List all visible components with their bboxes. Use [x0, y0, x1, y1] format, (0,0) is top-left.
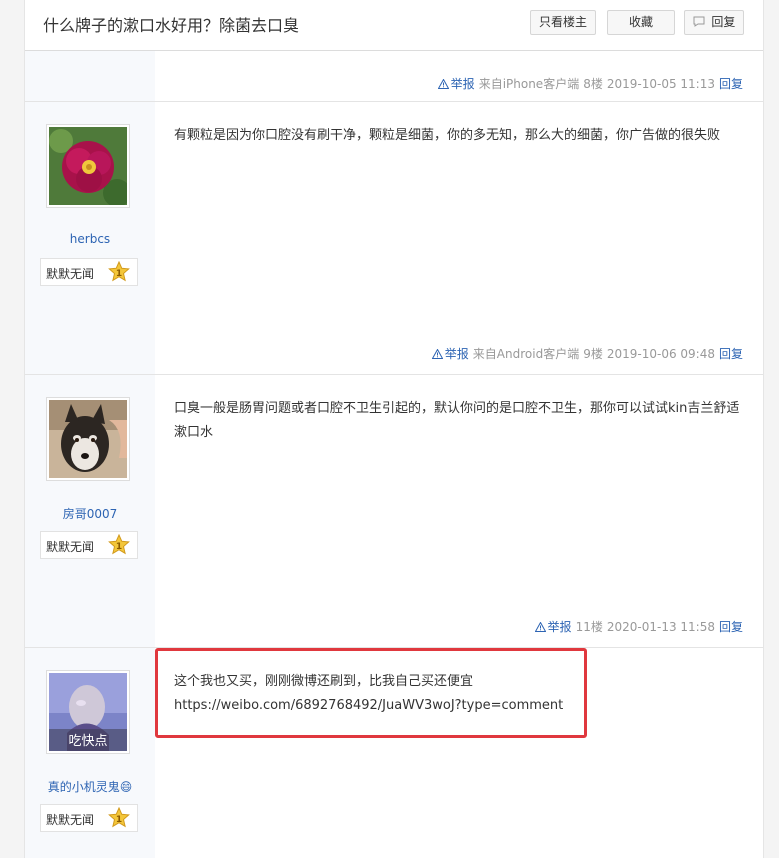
- reply-button[interactable]: 回复: [684, 10, 744, 35]
- dog-avatar-image: [49, 400, 127, 478]
- report-label: 举报: [444, 347, 469, 361]
- level-star-icon: 1: [108, 261, 130, 282]
- post-meta: 举报 来自Android客户端 9楼 2019-10-06 09:48 回复: [428, 345, 743, 362]
- warning-icon: [431, 349, 443, 359]
- username[interactable]: 房哥0007: [25, 505, 155, 522]
- only-author-button[interactable]: 只看楼主: [530, 10, 596, 35]
- badge-label: 默默无闻: [46, 813, 95, 827]
- level-number: 1: [116, 542, 122, 552]
- report-label: 举报: [450, 77, 475, 91]
- post-content: 口臭一般是肠胃问题或者口腔不卫生引起的，默认你问的是口腔不卫生，那你可以试试ki…: [174, 401, 740, 440]
- report-label: 举报: [547, 620, 572, 634]
- post-floor-8: 举报 来自iPhone客户端 8楼 2019-10-05 11:13 回复: [25, 51, 763, 102]
- thread-header: 什么牌子的漱口水好用？除菌去口臭 只看楼主 收藏 回复: [25, 0, 763, 51]
- level-number: 1: [116, 815, 122, 825]
- client-source: 来自Android客户端: [472, 347, 580, 361]
- member-badge: 默默无闻 1: [40, 804, 138, 832]
- thread-page: 什么牌子的漱口水好用？除菌去口臭 只看楼主 收藏 回复 举报 来自iPhone客户…: [24, 0, 764, 858]
- post-content-url: https://weibo.com/6892768492/JuaWV3woJ?t…: [174, 698, 564, 713]
- floor-number: 8楼: [583, 77, 603, 91]
- favorite-button[interactable]: 收藏: [607, 10, 675, 35]
- warning-icon: [534, 622, 546, 632]
- floor-number: 11楼: [575, 620, 603, 634]
- reply-button-label: 回复: [711, 15, 736, 29]
- thread-title: 什么牌子的漱口水好用？除菌去口臭: [43, 16, 300, 35]
- post-content: 这个我也又买，刚刚微博还刷到，比我自己买还便宜 https://weibo.co…: [174, 670, 744, 718]
- post-floor-11: 房哥0007 默默无闻 1 口臭一般是肠胃问题或者口腔不卫生引起的，默认你问的是…: [25, 375, 763, 648]
- post-floor-12: 吃快点 真的小机灵鬼😄 默默无闻 1 这个我也又买，刚刚微博还刷到，比我自己买还…: [25, 648, 763, 858]
- post-time: 2019-10-05 11:13: [606, 77, 715, 91]
- avatar[interactable]: [46, 397, 130, 481]
- post-content: 有颗粒是因为你口腔没有刷干净，颗粒是细菌，你的多无知，那么大的细菌，你广告做的很…: [174, 128, 721, 143]
- post-time: 2019-10-06 09:48: [606, 347, 715, 361]
- post-meta: 举报 11楼 2020-01-13 11:58 回复: [531, 618, 743, 635]
- peony-avatar-image: [49, 127, 127, 205]
- post-meta: 举报 来自iPhone客户端 8楼 2019-10-05 11:13 回复: [434, 75, 743, 92]
- member-badge: 默默无闻 1: [40, 531, 138, 559]
- post-content-line: 这个我也又买，刚刚微博还刷到，比我自己买还便宜: [174, 674, 474, 689]
- post-time: 2020-01-13 11:58: [606, 620, 715, 634]
- post-left-column: [25, 51, 155, 101]
- warning-icon: [437, 79, 449, 89]
- username[interactable]: 真的小机灵鬼😄: [25, 778, 155, 795]
- reply-link[interactable]: 回复: [719, 620, 743, 634]
- comment-icon: [693, 15, 709, 29]
- cartoon-avatar-image: 吃快点: [49, 673, 127, 751]
- report-link[interactable]: 举报: [431, 347, 469, 361]
- report-link[interactable]: 举报: [437, 77, 475, 91]
- client-source: 来自iPhone客户端: [478, 77, 580, 91]
- floor-number: 9楼: [583, 347, 603, 361]
- member-badge: 默默无闻 1: [40, 258, 138, 286]
- reply-link[interactable]: 回复: [719, 347, 743, 361]
- avatar[interactable]: [46, 124, 130, 208]
- username[interactable]: herbcs: [25, 232, 155, 246]
- avatar-caption: 吃快点: [68, 733, 107, 749]
- level-star-icon: 1: [108, 807, 130, 828]
- level-star-icon: 1: [108, 534, 130, 555]
- report-link[interactable]: 举报: [534, 620, 572, 634]
- post-floor-9: herbcs 默默无闻 1 有颗粒是因为你口腔没有刷干净，颗粒是细菌，你的多无知…: [25, 102, 763, 375]
- avatar[interactable]: 吃快点: [46, 670, 130, 754]
- level-number: 1: [116, 269, 122, 279]
- badge-label: 默默无闻: [46, 540, 95, 554]
- reply-link[interactable]: 回复: [719, 77, 743, 91]
- badge-label: 默默无闻: [46, 267, 95, 281]
